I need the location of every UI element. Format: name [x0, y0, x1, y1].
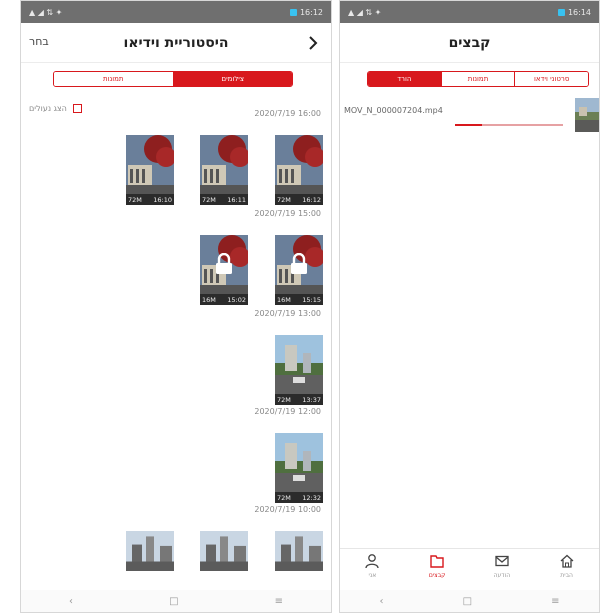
bottom-tab-bar: אני קבצים הודעה הבית: [340, 548, 599, 590]
video-thumbnail[interactable]: [200, 531, 248, 571]
thumbnail-caption: 72M 16:11: [200, 194, 248, 205]
clip-time: 15:15: [302, 295, 321, 304]
nav-back-button[interactable]: ‹: [380, 596, 384, 607]
tab-files[interactable]: קבצים: [412, 553, 462, 579]
tab-photos[interactable]: תמונות: [440, 72, 515, 86]
video-thumbnail[interactable]: 16M 15:02: [200, 235, 248, 305]
folder-icon: [430, 555, 444, 568]
clip-time: 13:37: [302, 395, 321, 404]
video-thumbnail[interactable]: 16M 15:15: [275, 235, 323, 305]
tab-label: אני: [368, 572, 377, 579]
clip-time: 16:12: [302, 195, 321, 204]
files-screen: ▲ ◢ ⇅ ✦ 16:14 קבצים הורד תמונות סרטוני ו…: [339, 0, 600, 613]
group-date: 2020/7/19 12:00: [254, 407, 321, 416]
chevron-right-icon[interactable]: [303, 33, 323, 53]
video-thumbnail[interactable]: 72M 13:37: [275, 335, 323, 405]
header: קבצים: [340, 23, 599, 63]
thumbnail-caption: 72M 12:32: [275, 492, 323, 503]
nav-home-button[interactable]: □: [169, 596, 178, 607]
media-type-toggle: תמונות צילומים: [53, 71, 293, 87]
video-thumbnail[interactable]: 72M 16:11: [200, 135, 248, 205]
select-button[interactable]: בחר: [29, 35, 49, 48]
header: בחר היסטוריית וידיאו: [21, 23, 331, 63]
show-locked-row[interactable]: הצג נעולים: [29, 104, 82, 113]
status-icons: ▲ ◢ ⇅ ✦: [348, 7, 382, 17]
person-icon: [365, 554, 380, 569]
tab-label: הודעה: [493, 572, 511, 579]
clip-time: 16:11: [227, 195, 246, 204]
group-date: 2020/7/19 16:00: [254, 109, 321, 118]
video-history-screen: ▲ ◢ ⇅ ✦ 16:12 בחר היסטוריית וידיאו תמונו…: [20, 0, 332, 613]
status-bar: ▲ ◢ ⇅ ✦ 16:12: [21, 1, 331, 23]
nav-menu-button[interactable]: ≡: [551, 596, 559, 607]
nav-menu-button[interactable]: ≡: [275, 596, 283, 607]
system-nav-bar: ‹ □ ≡: [21, 590, 331, 612]
file-size: 72M: [277, 493, 291, 502]
tab-recordings[interactable]: צילומים: [172, 72, 292, 86]
system-nav-bar: ‹ □ ≡: [340, 590, 599, 612]
download-progress-bar: [455, 124, 563, 126]
battery-icon: [289, 8, 297, 16]
tab-messages[interactable]: הודעה: [477, 553, 527, 579]
video-thumbnail[interactable]: 72M 16:12: [275, 135, 323, 205]
thumbnail-caption: 16M 15:02: [200, 294, 248, 305]
tab-download[interactable]: הורד: [368, 72, 441, 86]
file-name: MOV_N_000007204.mp4: [344, 106, 443, 115]
group-date: 2020/7/19 10:00: [254, 505, 321, 514]
mail-icon: [495, 555, 509, 567]
tab-label: קבצים: [428, 572, 446, 579]
tab-label: הבית: [560, 572, 573, 579]
thumbnail-caption: 72M 13:37: [275, 394, 323, 405]
page-title: קבצים: [448, 34, 491, 51]
status-icons: ▲ ◢ ⇅ ✦: [29, 7, 63, 17]
checkbox-label: הצג נעולים: [29, 104, 67, 113]
status-bar: ▲ ◢ ⇅ ✦ 16:14: [340, 1, 599, 23]
page-title: היסטוריית וידיאו: [123, 34, 229, 51]
tab-me[interactable]: אני: [347, 553, 397, 579]
home-icon: [560, 554, 574, 568]
thumbnail-caption: 72M 16:12: [275, 194, 323, 205]
video-thumbnail[interactable]: [275, 531, 323, 571]
video-thumbnail[interactable]: 72M 12:32: [275, 433, 323, 503]
clip-time: 15:02: [227, 295, 246, 304]
nav-back-button[interactable]: ‹: [69, 596, 73, 607]
download-progress-fill: [455, 124, 482, 126]
group-date: 2020/7/19 13:00: [254, 309, 321, 318]
file-size: 16M: [277, 295, 291, 304]
status-clock: 16:12: [289, 8, 323, 17]
thumbnail-caption: 72M 16:10: [126, 194, 174, 205]
clip-time: 12:32: [302, 493, 321, 502]
battery-icon: [557, 8, 565, 16]
lock-icon: [216, 253, 232, 274]
video-thumbnail[interactable]: [126, 531, 174, 571]
tab-videos[interactable]: סרטוני וידאו: [514, 72, 588, 86]
file-size: 72M: [277, 395, 291, 404]
show-locked-checkbox[interactable]: [72, 104, 82, 113]
video-thumbnail[interactable]: 72M 16:10: [126, 135, 174, 205]
clip-time: 16:10: [153, 195, 172, 204]
lock-icon: [291, 253, 307, 274]
group-date: 2020/7/19 15:00: [254, 209, 321, 218]
file-size: 72M: [128, 195, 142, 204]
thumbnail-caption: 16M 15:15: [275, 294, 323, 305]
file-thumbnail: [575, 98, 599, 132]
tab-photos[interactable]: תמונות: [54, 72, 173, 86]
tab-home[interactable]: הבית: [542, 553, 592, 579]
nav-home-button[interactable]: □: [463, 596, 472, 607]
file-size: 72M: [202, 195, 216, 204]
file-size: 72M: [277, 195, 291, 204]
download-list-item[interactable]: MOV_N_000007204.mp4: [340, 96, 599, 136]
files-filter-toggle: הורד תמונות סרטוני וידאו: [367, 71, 589, 87]
status-clock: 16:14: [557, 8, 591, 17]
file-size: 16M: [202, 295, 216, 304]
